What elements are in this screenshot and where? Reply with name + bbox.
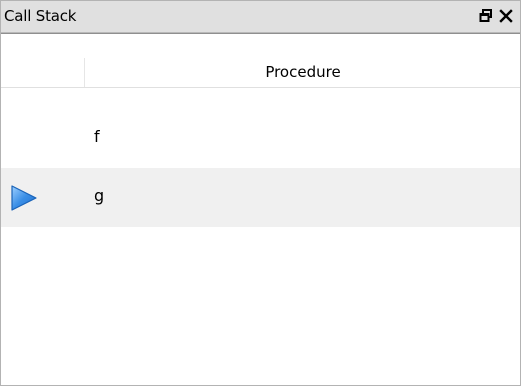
table-row[interactable]: g: [1, 168, 520, 227]
empty-area: [1, 227, 520, 385]
current-frame-arrow-icon: [9, 183, 39, 213]
call-stack-table: Procedure f g: [1, 33, 520, 385]
call-stack-panel: Call Stack Procedure f g: [0, 0, 521, 386]
indicator-column-header[interactable]: [1, 58, 85, 87]
procedure-name: f: [94, 127, 100, 146]
panel-title: Call Stack: [4, 7, 77, 25]
panel-titlebar[interactable]: Call Stack: [1, 1, 520, 33]
close-icon[interactable]: [497, 7, 515, 25]
procedure-name: g: [94, 186, 105, 205]
procedure-column-header[interactable]: Procedure: [86, 58, 520, 87]
table-row[interactable]: f: [1, 109, 520, 168]
table-header: Procedure: [1, 58, 520, 88]
restore-window-icon[interactable]: [477, 7, 495, 25]
